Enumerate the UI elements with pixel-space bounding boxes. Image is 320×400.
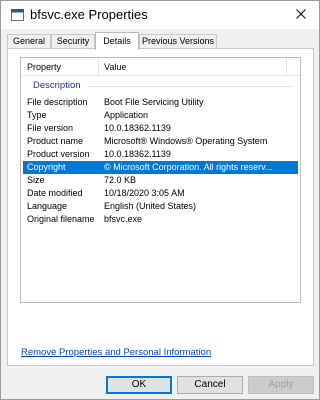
row-property: Product name	[27, 136, 84, 146]
column-header-property[interactable]: Property	[27, 61, 61, 73]
list-row[interactable]: Language English (United States)	[23, 200, 298, 213]
row-value: 10.0.18362.1139	[104, 123, 171, 133]
tab-strip: General Security Details Previous Versio…	[7, 32, 313, 50]
properties-dialog: bfsvc.exe Properties General Security De…	[0, 0, 320, 400]
close-icon	[296, 9, 306, 21]
cancel-button[interactable]: Cancel	[177, 376, 243, 394]
column-divider[interactable]	[98, 58, 99, 76]
list-row[interactable]: Date modified 10/18/2020 3:05 AM	[23, 187, 298, 200]
row-value: Boot File Servicing Utility	[104, 97, 204, 107]
list-row[interactable]: Product version 10.0.18362.1139	[23, 148, 298, 161]
title-bar[interactable]: bfsvc.exe Properties	[1, 1, 319, 29]
row-property: Copyright	[27, 162, 66, 172]
remove-properties-link[interactable]: Remove Properties and Personal Informati…	[21, 347, 211, 359]
list-row[interactable]: Type Application	[23, 109, 298, 122]
row-value: Microsoft® Windows® Operating System	[104, 136, 268, 146]
list-row-selected[interactable]: Copyright © Microsoft Corporation. All r…	[23, 161, 298, 174]
ok-button[interactable]: OK	[106, 376, 172, 394]
list-row[interactable]: Size 72.0 KB	[23, 174, 298, 187]
row-value: © Microsoft Corporation. All rights rese…	[104, 162, 273, 172]
row-value: 10.0.18362.1139	[104, 149, 171, 159]
row-property: File version	[27, 123, 74, 133]
row-property: Product version	[27, 149, 90, 159]
tab-security[interactable]: Security	[51, 34, 95, 49]
column-divider[interactable]	[286, 58, 287, 76]
window-file-icon	[11, 9, 24, 21]
group-header-description: Description	[33, 80, 81, 91]
row-value: 10/18/2020 3:05 AM	[104, 188, 185, 198]
row-value: English (United States)	[104, 201, 197, 211]
row-value: bfsvc.exe	[104, 214, 143, 224]
row-property: Date modified	[27, 188, 83, 198]
list-row[interactable]: File version 10.0.18362.1139	[23, 122, 298, 135]
row-property: Original filename	[27, 214, 95, 224]
row-value: 72.0 KB	[104, 175, 137, 185]
list-row[interactable]: Original filename bfsvc.exe	[23, 213, 298, 226]
row-property: Size	[27, 175, 45, 185]
row-property: Language	[27, 201, 68, 211]
row-property: Type	[27, 110, 47, 120]
details-list[interactable]: Property Value Description File descript…	[20, 57, 301, 303]
details-panel: Property Value Description File descript…	[7, 48, 314, 366]
row-value: Application	[104, 110, 149, 120]
list-row[interactable]: Product name Microsoft® Windows® Operati…	[23, 135, 298, 148]
tab-details[interactable]: Details	[95, 32, 139, 50]
list-header: Property Value	[21, 58, 300, 76]
close-button[interactable]	[283, 1, 319, 29]
apply-button[interactable]: Apply	[248, 376, 314, 394]
tab-previous-versions[interactable]: Previous Versions	[139, 34, 217, 49]
row-property: File description	[27, 97, 88, 107]
group-divider	[87, 86, 293, 87]
list-row[interactable]: File description Boot File Servicing Uti…	[23, 96, 298, 109]
tab-general[interactable]: General	[7, 34, 51, 49]
window-title: bfsvc.exe Properties	[30, 7, 148, 22]
column-header-value[interactable]: Value	[104, 61, 126, 73]
